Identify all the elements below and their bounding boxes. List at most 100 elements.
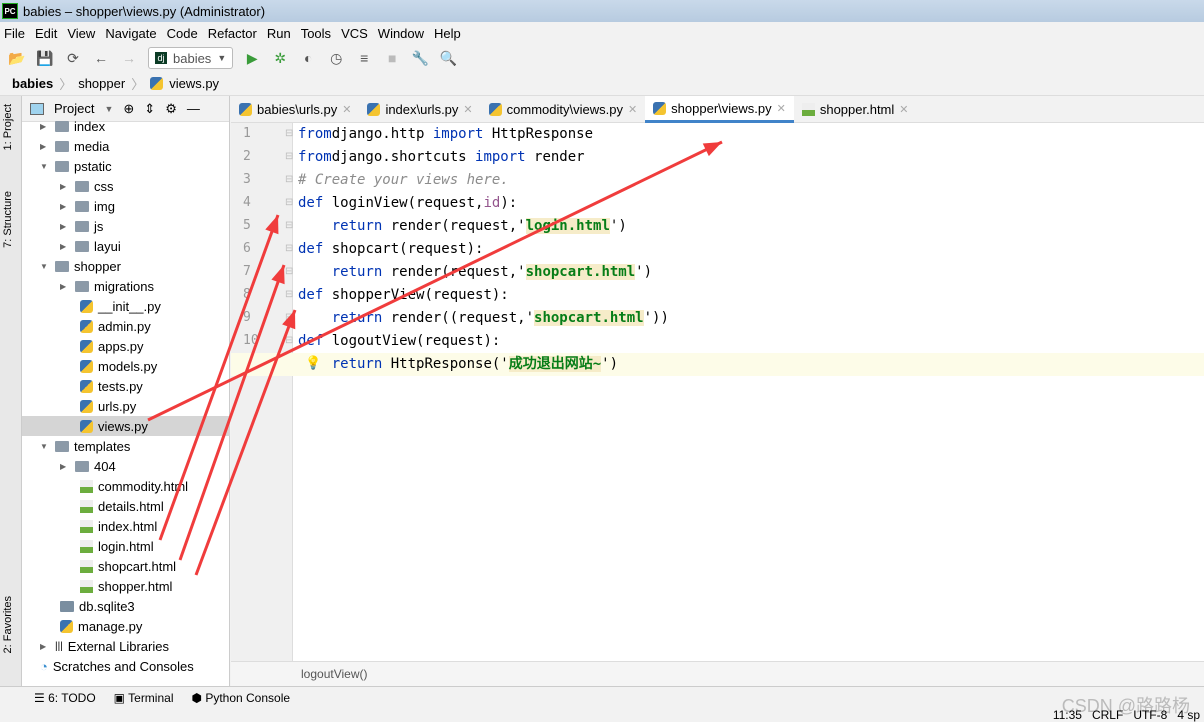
hide-icon[interactable]: — xyxy=(187,101,200,116)
todo-tab[interactable]: ☰ 6: TODO xyxy=(34,691,96,705)
tree-item[interactable]: commodity.html xyxy=(80,476,188,496)
menu-code[interactable]: Code xyxy=(167,26,198,41)
save-icon[interactable]: 💾 xyxy=(36,50,54,67)
gear-icon[interactable]: ⚙ xyxy=(165,101,177,117)
tree-item[interactable]: ▼ shopper xyxy=(40,256,121,276)
tree-item[interactable]: models.py xyxy=(80,356,157,376)
profile-icon[interactable]: ◷ xyxy=(327,50,345,67)
run-config-select[interactable]: dj babies ▼ xyxy=(148,47,234,69)
tree-item[interactable]: db.sqlite3 xyxy=(60,596,135,616)
expand-arrow-icon[interactable]: ▶ xyxy=(60,282,70,291)
tree-item[interactable]: ▶ migrations xyxy=(60,276,154,296)
terminal-tab[interactable]: ▣ Terminal xyxy=(114,691,174,705)
structure-tool-tab[interactable]: 7: Structure xyxy=(2,191,14,248)
menu-navigate[interactable]: Navigate xyxy=(105,26,156,41)
tree-item[interactable]: login.html xyxy=(80,536,154,556)
run-config-label: babies xyxy=(173,50,212,66)
menu-file[interactable]: File xyxy=(4,26,25,41)
code-editor[interactable]: 💡 fromdjango.http import HttpResponse from… xyxy=(231,123,1204,661)
menu-refactor[interactable]: Refactor xyxy=(208,26,257,41)
expand-arrow-icon[interactable]: ▶ xyxy=(40,142,50,151)
close-tab-icon[interactable]: ✕ xyxy=(899,103,908,116)
expand-arrow-icon[interactable]: ▼ xyxy=(40,162,50,171)
line-separator[interactable]: CRLF xyxy=(1092,708,1123,722)
indent-setting[interactable]: 4 sp xyxy=(1177,708,1200,722)
tree-item[interactable]: ▶ js xyxy=(60,216,103,236)
settings-wrench-icon[interactable]: 🔧 xyxy=(411,50,429,67)
caret-position[interactable]: 11:35 xyxy=(1053,708,1082,722)
code-token: shopperView(request): xyxy=(323,287,509,303)
tree-item[interactable]: ▶ 404 xyxy=(60,456,116,476)
menu-window[interactable]: Window xyxy=(378,26,424,41)
editor-tab[interactable]: babies\urls.py ✕ xyxy=(231,96,359,123)
expand-arrow-icon[interactable]: ▶ xyxy=(40,122,50,131)
menu-run[interactable]: Run xyxy=(267,26,291,41)
expand-arrow-icon[interactable]: ▼ xyxy=(40,442,50,451)
menu-view[interactable]: View xyxy=(67,26,95,41)
breadcrumb-project[interactable]: babies xyxy=(12,76,53,91)
tree-item[interactable]: ▶ css xyxy=(60,176,114,196)
close-tab-icon[interactable]: ✕ xyxy=(342,103,351,116)
editor-tab[interactable]: index\urls.py ✕ xyxy=(359,96,480,123)
tree-item[interactable]: ▶ layui xyxy=(60,236,121,256)
search-icon[interactable]: 🔍 xyxy=(439,50,457,67)
collapse-icon[interactable]: ⇕ xyxy=(144,101,155,117)
tree-item[interactable]: index.html xyxy=(80,516,157,536)
tree-item[interactable]: urls.py xyxy=(80,396,136,416)
editor-breadcrumb[interactable]: logoutView() xyxy=(231,661,1204,686)
open-icon[interactable]: 📂 xyxy=(8,50,26,67)
forward-icon[interactable]: → xyxy=(120,50,138,66)
menu-edit[interactable]: Edit xyxy=(35,26,57,41)
tree-item[interactable]: __init__.py xyxy=(80,296,161,316)
debug-icon[interactable]: ✲ xyxy=(271,50,289,67)
tree-item[interactable]: ◔ Scratches and Consoles xyxy=(40,656,194,676)
tree-item[interactable]: ▶ ||| External Libraries xyxy=(40,636,169,656)
expand-arrow-icon[interactable]: ▶ xyxy=(40,642,50,651)
menu-help[interactable]: Help xyxy=(434,26,461,41)
code-token: # Create your views here. xyxy=(298,172,509,188)
tree-item-label: 404 xyxy=(94,458,116,474)
favorites-tool-tab[interactable]: 2: Favorites xyxy=(2,596,14,653)
tree-item[interactable]: ▼ pstatic xyxy=(40,156,112,176)
tree-item[interactable]: ▶ index xyxy=(40,116,105,136)
expand-arrow-icon[interactable]: ▶ xyxy=(60,182,70,191)
expand-arrow-icon[interactable]: ▶ xyxy=(60,462,70,471)
back-icon[interactable]: ← xyxy=(92,50,110,66)
tree-item[interactable]: shopcart.html xyxy=(80,556,176,576)
file-encoding[interactable]: UTF-8 xyxy=(1133,708,1167,722)
tree-item[interactable]: tests.py xyxy=(80,376,143,396)
close-tab-icon[interactable]: ✕ xyxy=(628,103,637,116)
expand-arrow-icon[interactable]: ▶ xyxy=(60,242,70,251)
menu-vcs[interactable]: VCS xyxy=(341,26,368,41)
expand-arrow-icon[interactable]: ▶ xyxy=(60,202,70,211)
tree-item[interactable]: ▼ templates xyxy=(40,436,130,456)
tree-item[interactable]: ▶ media xyxy=(40,136,109,156)
tree-item[interactable]: views.py xyxy=(22,416,230,436)
breadcrumb-file[interactable]: views.py xyxy=(169,76,219,91)
code-token: ): xyxy=(500,195,518,211)
project-tool-tab[interactable]: 1: Project xyxy=(2,104,14,150)
close-tab-icon[interactable]: ✕ xyxy=(463,103,472,116)
concurrency-icon[interactable]: ≡ xyxy=(355,50,373,66)
tree-item[interactable]: details.html xyxy=(80,496,164,516)
breadcrumb-folder[interactable]: shopper xyxy=(78,76,125,91)
menu-tools[interactable]: Tools xyxy=(301,26,331,41)
tree-item[interactable]: apps.py xyxy=(80,336,144,356)
tree-item[interactable]: admin.py xyxy=(80,316,151,336)
editor-tab[interactable]: shopper\views.py ✕ xyxy=(645,96,794,123)
sync-icon[interactable]: ⟳ xyxy=(64,50,82,67)
tree-item[interactable]: manage.py xyxy=(60,616,142,636)
stop-icon[interactable]: ■ xyxy=(383,50,401,66)
project-view-select[interactable]: Project xyxy=(54,101,94,116)
close-tab-icon[interactable]: ✕ xyxy=(777,102,786,115)
editor-tab[interactable]: shopper.html ✕ xyxy=(794,96,917,123)
python-console-tab[interactable]: ⬢ Python Console xyxy=(192,691,291,705)
run-icon[interactable]: ▶ xyxy=(243,50,261,67)
tree-item[interactable]: ▶ img xyxy=(60,196,115,216)
tree-item[interactable]: shopper.html xyxy=(80,576,172,596)
coverage-icon[interactable]: ◐ xyxy=(299,50,317,66)
editor-tab[interactable]: commodity\views.py ✕ xyxy=(481,96,646,123)
expand-arrow-icon[interactable]: ▶ xyxy=(60,222,70,231)
locate-icon[interactable]: ⊕ xyxy=(123,101,134,117)
expand-arrow-icon[interactable]: ▼ xyxy=(40,262,50,271)
